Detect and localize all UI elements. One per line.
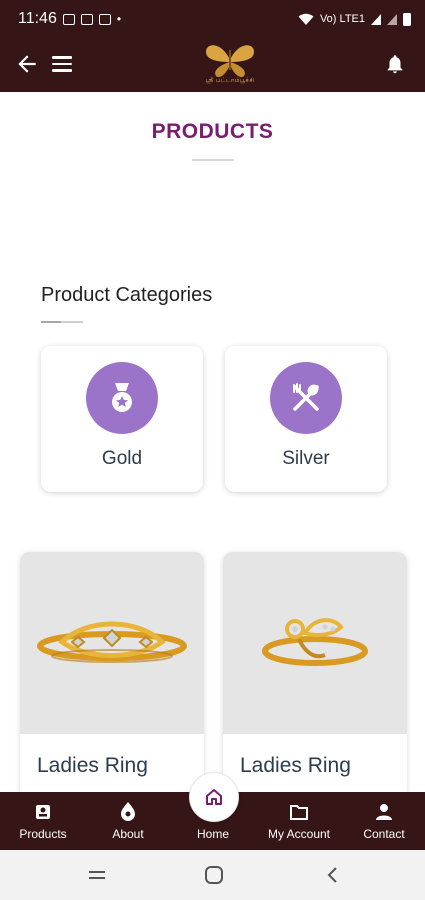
hamburger-menu-icon[interactable]	[52, 52, 74, 76]
logo-caption: ஸ்ரீ பட்டாம்பூச்சி	[205, 78, 255, 84]
product-name: Ladies Ring	[37, 754, 148, 777]
gallery-notification-icon	[62, 13, 75, 25]
nav-label-contact: Contact	[363, 827, 405, 841]
signal-secondary-icon	[387, 13, 397, 25]
category-label-silver: Silver	[282, 448, 330, 469]
product-image-flower-ring	[223, 552, 407, 734]
category-card-silver[interactable]: Silver	[225, 346, 387, 492]
nav-contact[interactable]: Contact	[343, 792, 425, 850]
more-notifications-dot: •	[116, 12, 122, 26]
section-underline	[41, 321, 83, 323]
product-card[interactable]: Ladies Ring	[20, 552, 204, 802]
signal-icon	[371, 13, 381, 25]
network-label: Vo) LTE1	[319, 13, 365, 25]
brand-logo: ஸ்ரீ பட்டாம்பூச்சி	[190, 40, 270, 90]
nav-label-home: Home	[196, 827, 229, 841]
about-icon	[121, 802, 135, 821]
title-underline	[192, 159, 234, 161]
home-icon	[206, 789, 222, 805]
back-arrow-icon[interactable]	[14, 51, 40, 77]
system-navigation-bar	[0, 850, 425, 900]
nav-label-my-account: My Account	[267, 827, 331, 841]
product-categories-heading: Product Categories	[41, 284, 213, 306]
home-button[interactable]	[189, 772, 239, 822]
app-bar: ஸ்ரீ பட்டாம்பூச்சி	[0, 38, 425, 92]
app-notification-icon	[80, 13, 93, 25]
wifi-icon	[298, 13, 314, 25]
nav-label-products: Products	[19, 827, 67, 841]
system-home-icon[interactable]	[203, 866, 225, 884]
category-label-gold: Gold	[101, 448, 143, 469]
mail-notification-icon	[98, 13, 111, 25]
recent-apps-icon[interactable]	[86, 866, 108, 884]
status-left: 11:46 •	[18, 10, 121, 28]
nav-label-about: About	[112, 827, 144, 841]
products-icon	[36, 805, 50, 819]
butterfly-logo-icon	[206, 45, 254, 78]
page-title: PRODUCTS	[151, 120, 274, 143]
medal-icon	[86, 362, 158, 434]
status-bar: 11:46 • Vo) LTE1	[0, 0, 425, 38]
bell-icon[interactable]	[384, 52, 406, 76]
battery-icon	[403, 12, 411, 26]
utensils-icon	[270, 362, 342, 434]
status-time: 11:46	[18, 10, 57, 27]
person-icon	[376, 804, 392, 820]
system-back-icon[interactable]	[322, 866, 344, 884]
folder-icon	[290, 805, 308, 820]
nav-products[interactable]: Products	[3, 792, 83, 850]
product-name: Ladies Ring	[240, 754, 351, 777]
nav-my-account[interactable]: My Account	[258, 792, 340, 850]
nav-about[interactable]: About	[88, 792, 168, 850]
status-right: Vo) LTE1	[298, 12, 411, 26]
product-card[interactable]: Ladies Ring	[223, 552, 407, 802]
category-card-gold[interactable]: Gold	[41, 346, 203, 492]
product-image-ring	[20, 552, 204, 734]
